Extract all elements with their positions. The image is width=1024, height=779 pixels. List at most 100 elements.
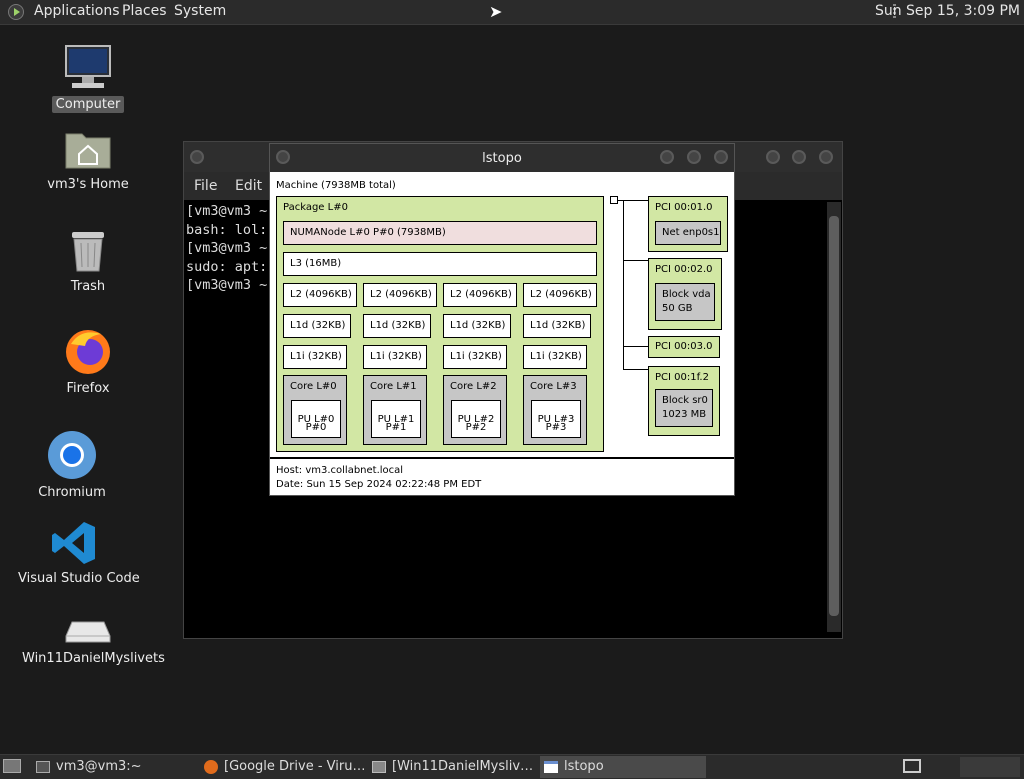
window-icon xyxy=(544,760,558,773)
computer-icon xyxy=(65,45,111,88)
l1d-cache-box: L1d (32KB) xyxy=(523,314,591,338)
device-label: Block vda xyxy=(662,289,711,300)
device-label: Block sr0 xyxy=(662,395,708,406)
task-firefox[interactable]: [Google Drive - Viru… xyxy=(204,756,364,778)
desktop-icon-label: Win11DanielMyslivets xyxy=(22,651,165,666)
workspace-icon[interactable] xyxy=(903,759,921,773)
pu-index: P#1 xyxy=(385,421,407,433)
pci-box: PCI 00:02.0 Block vda 50 GB xyxy=(648,258,722,330)
task-label: lstopo xyxy=(564,759,604,774)
desktop-icon-chromium[interactable]: Chromium xyxy=(32,430,112,501)
places-menu[interactable]: Places xyxy=(122,3,167,19)
l2-cache-box: L2 (4096KB) xyxy=(363,283,437,307)
bottom-taskbar: vm3@vm3:~ [Google Drive - Viru… [Win11Da… xyxy=(0,754,1024,779)
edit-menu[interactable]: Edit xyxy=(235,178,262,194)
package-label: Package L#0 xyxy=(283,202,348,213)
system-menu[interactable]: System xyxy=(174,3,226,19)
scrollbar-thumb[interactable] xyxy=(829,216,839,616)
numa-node-box: NUMANode L#0 P#0 (7938MB) xyxy=(283,221,597,245)
pu-index: P#0 xyxy=(305,421,327,433)
firefox-icon xyxy=(66,330,110,374)
pci-box: PCI 00:03.0 xyxy=(648,336,720,358)
minimize-button[interactable] xyxy=(766,150,780,164)
desktop-icon-computer[interactable]: Computer xyxy=(48,44,128,113)
file-menu[interactable]: File xyxy=(194,178,217,194)
l1d-label: L1d (32KB) xyxy=(530,320,586,331)
desktop-icon-firefox[interactable]: Firefox xyxy=(48,326,128,397)
core-label: Core L#0 xyxy=(290,381,337,392)
host-label: Host: vm3.collabnet.local xyxy=(276,465,404,476)
workspace-switcher[interactable] xyxy=(960,757,1020,777)
package-box: Package L#0 NUMANode L#0 P#0 (7938MB) L3… xyxy=(276,196,604,452)
main-menu-icon[interactable] xyxy=(8,4,24,20)
pci-label: PCI 00:1f.2 xyxy=(655,372,709,383)
core-box: Core L#3 PU L#3 P#3 xyxy=(523,375,587,445)
pci-label: PCI 00:03.0 xyxy=(655,341,713,352)
clock[interactable]: Sun Sep 15, 3:09 PM xyxy=(875,3,1020,19)
l1d-cache-box: L1d (32KB) xyxy=(363,314,431,338)
task-terminal[interactable]: vm3@vm3:~ xyxy=(36,756,196,778)
desktop-icon-label: vm3's Home xyxy=(47,177,129,192)
show-desktop-icon[interactable] xyxy=(3,759,21,773)
l1i-cache-box: L1i (32KB) xyxy=(443,345,507,369)
l2-cache-box: L2 (4096KB) xyxy=(523,283,597,307)
pci-box: PCI 00:1f.2 Block sr0 1023 MB xyxy=(648,366,720,436)
trash-icon xyxy=(72,232,104,272)
l2-label: L2 (4096KB) xyxy=(530,289,592,300)
device-box: Block vda 50 GB xyxy=(655,283,715,321)
l1i-cache-box: L1i (32KB) xyxy=(283,345,347,369)
firefox-icon xyxy=(204,759,218,774)
desktop-icon-trash[interactable]: Trash xyxy=(48,228,128,295)
desktop-icon-home[interactable]: vm3's Home xyxy=(38,128,138,193)
desktop-icon-label: Computer xyxy=(51,96,125,113)
l1i-label: L1i (32KB) xyxy=(530,351,582,362)
window-menu-button[interactable] xyxy=(190,150,204,164)
task-label: vm3@vm3:~ xyxy=(56,759,142,774)
terminal-icon xyxy=(36,760,50,773)
window-title: lstopo xyxy=(482,151,522,166)
l1i-label: L1i (32KB) xyxy=(290,351,342,362)
core-box: Core L#2 PU L#2 P#2 xyxy=(443,375,507,445)
window-menu-button[interactable] xyxy=(276,150,290,164)
core-box: Core L#1 PU L#1 P#1 xyxy=(363,375,427,445)
applications-menu[interactable]: Applications xyxy=(34,3,120,19)
l1i-cache-box: L1i (32KB) xyxy=(363,345,427,369)
l2-label: L2 (4096KB) xyxy=(290,289,352,300)
l2-label: L2 (4096KB) xyxy=(370,289,432,300)
core-label: Core L#3 xyxy=(530,381,577,392)
pu-index: P#3 xyxy=(545,421,567,433)
top-panel: Applications Places System ➤ Sun Sep 15,… xyxy=(0,0,1024,25)
desktop-icon-drive[interactable]: Win11DanielMyslivets xyxy=(18,616,165,667)
maximize-button[interactable] xyxy=(687,150,701,164)
numa-label: NUMANode L#0 P#0 (7938MB) xyxy=(290,227,446,238)
l2-cache-box: L2 (4096KB) xyxy=(443,283,517,307)
host-bridge-box xyxy=(610,196,618,204)
machine-label: Machine (7938MB total) xyxy=(276,180,396,191)
vscode-icon xyxy=(52,522,95,564)
core-label: Core L#2 xyxy=(450,381,497,392)
close-button[interactable] xyxy=(819,150,833,164)
chromium-icon xyxy=(48,431,96,479)
vm-icon xyxy=(372,760,386,773)
core-box: Core L#0 PU L#0 P#0 xyxy=(283,375,347,445)
pci-box: PCI 00:01.0 Net enp0s1 xyxy=(648,196,728,252)
close-button[interactable] xyxy=(714,150,728,164)
device-size: 50 GB xyxy=(662,303,693,314)
terminal-scrollbar[interactable] xyxy=(827,202,841,632)
task-lstopo[interactable]: lstopo xyxy=(540,756,706,778)
minimize-button[interactable] xyxy=(660,150,674,164)
lstopo-titlebar[interactable]: lstopo xyxy=(270,144,734,172)
l1d-label: L1d (32KB) xyxy=(450,320,506,331)
maximize-button[interactable] xyxy=(792,150,806,164)
date-label: Date: Sun 15 Sep 2024 02:22:48 PM EDT xyxy=(276,479,482,490)
task-vm[interactable]: [Win11DanielMysliv… xyxy=(372,756,532,778)
device-box: Block sr0 1023 MB xyxy=(655,389,713,427)
home-folder-icon xyxy=(65,133,111,169)
desktop-icon-label: Firefox xyxy=(66,381,110,396)
l1i-label: L1i (32KB) xyxy=(370,351,422,362)
desktop-icon-label: Chromium xyxy=(38,485,106,500)
device-size: 1023 MB xyxy=(662,409,707,420)
lstopo-window[interactable]: lstopo Machine (7938MB total) Package L#… xyxy=(269,143,735,496)
desktop-icon-vscode[interactable]: Visual Studio Code xyxy=(14,520,140,587)
pu-index: P#2 xyxy=(465,421,487,433)
